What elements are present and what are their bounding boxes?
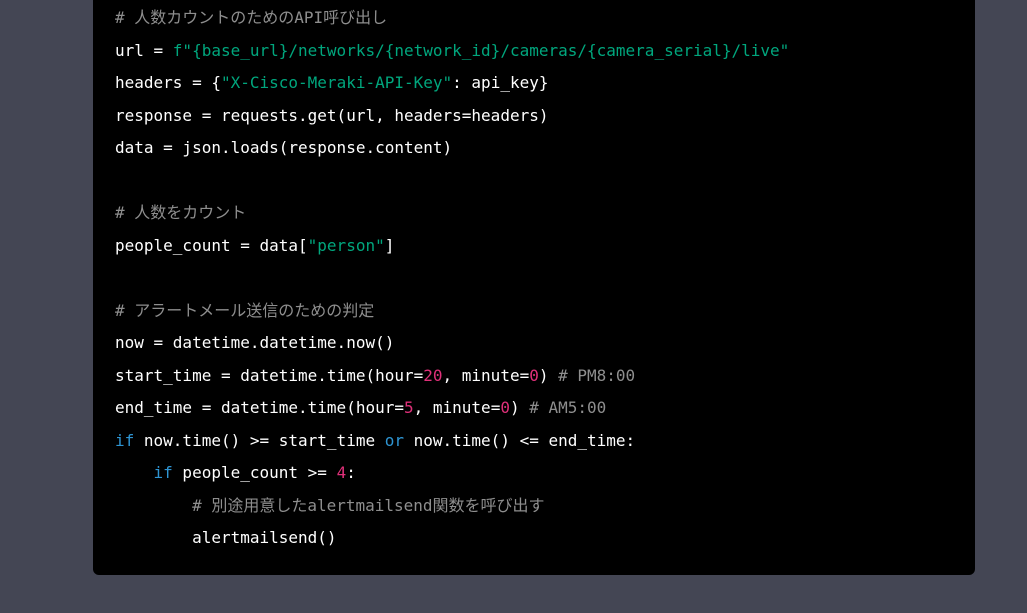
code-token-plain: headers = { [115, 73, 221, 92]
code-token-plain: now.time() <= end_time: [403, 430, 636, 450]
code-token-comment: # 人数をカウント [115, 203, 247, 222]
code-line: response = requests.get(url, headers=hea… [115, 100, 789, 133]
code-token-string: "X-Cisco-Meraki-API-Key" [220, 73, 453, 92]
code-line: # アラートメール送信のための判定 [115, 295, 789, 328]
code-token-plain: ] [384, 235, 395, 255]
code-token-number: 4 [336, 463, 347, 482]
code-line: if people_count >= 4: [115, 457, 789, 490]
code-token-string: "person" [307, 235, 385, 255]
code-line: headers = {"X-Cisco-Meraki-API-Key": api… [115, 67, 789, 100]
code-token-plain: people_count >= [172, 463, 337, 482]
code-line: # 別途用意したalertmailsend関数を呼び出す [115, 490, 789, 523]
code-token-plain: now = datetime.datetime.now() [115, 333, 395, 352]
code-token-comment: # AM5:00 [529, 398, 607, 417]
code-token-plain: now.time() >= start_time [134, 430, 385, 450]
code-token-plain: url = [115, 40, 173, 60]
code-token-plain: ) [509, 398, 530, 417]
code-token-comment: # 人数カウントのためのAPI呼び出し [115, 8, 388, 27]
code-token-number: 0 [500, 398, 510, 417]
code-line: end_time = datetime.time(hour=5, minute=… [115, 392, 789, 425]
code-token-keyword: or [384, 430, 404, 450]
code-token-plain: , minute= [442, 365, 530, 385]
code-token-number: 5 [403, 398, 414, 417]
code-block[interactable]: # 人数カウントのためのAPI呼び出し url = f"{base_url}/ne… [115, 2, 789, 555]
code-line: # 人数カウントのためのAPI呼び出し [115, 2, 789, 35]
code-token-plain: data = json.loads(response.content) [115, 138, 453, 157]
code-token-string: f"{base_url}/networks/{network_id}/camer… [172, 40, 790, 60]
code-token-keyword: if [153, 463, 173, 482]
code-token-plain: : api_key} [452, 73, 549, 92]
code-line: alertmailsend() [115, 522, 789, 555]
code-token-comment: # 別途用意したalertmailsend関数を呼び出す [192, 495, 545, 515]
code-token-plain: ) [538, 365, 559, 385]
code-line: # 人数をカウント [115, 197, 789, 230]
code-token-plain: start_time = datetime.time(hour= [115, 365, 424, 385]
code-line: people_count = data["person"] [115, 230, 789, 263]
code-token-plain: alertmailsend() [115, 528, 337, 547]
code-token-comment: # PM8:00 [558, 365, 636, 385]
code-token-plain: response = requests.get(url, headers=hea… [115, 105, 549, 125]
code-token-plain: end_time = datetime.time(hour= [115, 398, 404, 417]
code-token-plain: : [346, 463, 356, 482]
code-token-number: 20 [423, 365, 443, 385]
code-token-number: 0 [529, 365, 539, 385]
code-line: if now.time() >= start_time or now.time(… [115, 425, 789, 458]
code-line: data = json.loads(response.content) [115, 132, 789, 165]
code-token-comment: # アラートメール送信のための判定 [115, 300, 375, 320]
code-line: url = f"{base_url}/networks/{network_id}… [115, 35, 789, 68]
code-token-keyword: if [115, 430, 135, 450]
code-line: start_time = datetime.time(hour=20, minu… [115, 360, 789, 393]
code-token-plain: people_count = data[ [115, 235, 308, 255]
code-line: now = datetime.datetime.now() [115, 327, 789, 360]
code-token-plain: , minute= [413, 398, 501, 417]
